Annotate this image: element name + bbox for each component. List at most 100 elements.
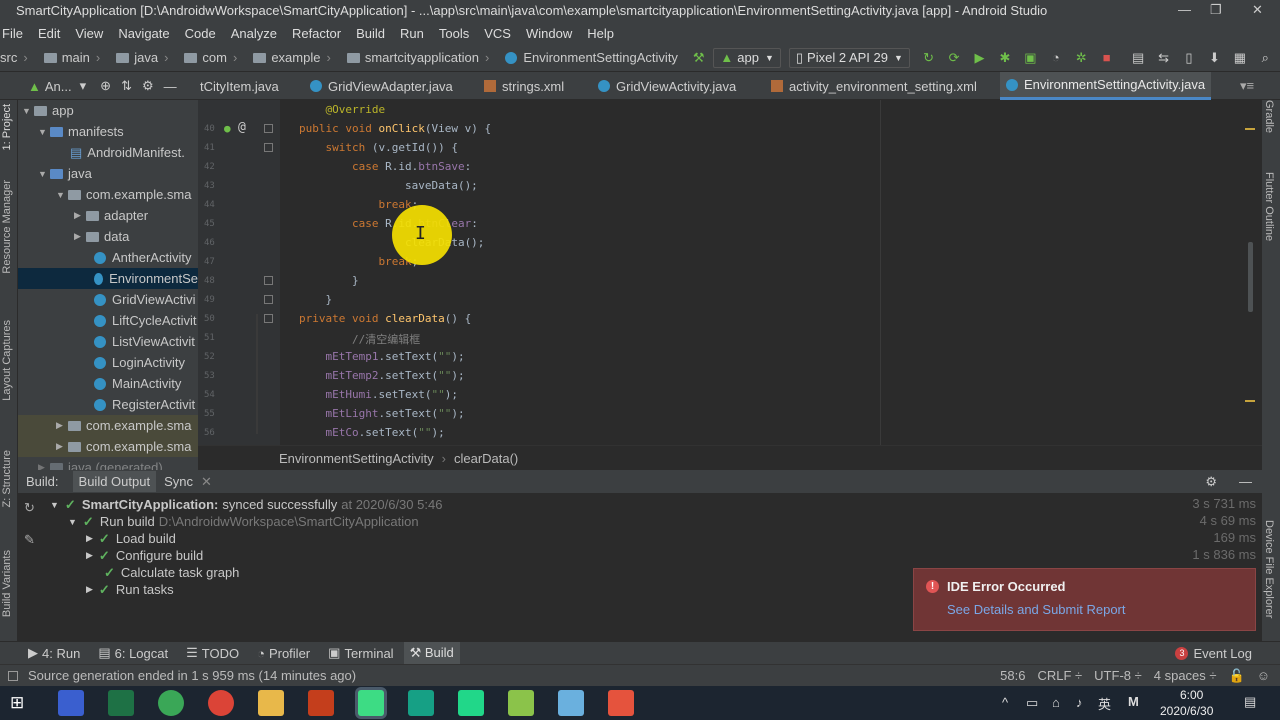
- menu-run[interactable]: Run: [400, 26, 424, 41]
- rerun-icon[interactable]: ↻: [24, 500, 35, 516]
- search-icon[interactable]: ⌕: [1255, 48, 1276, 68]
- build-row[interactable]: ▶ ✓ Load build: [86, 530, 176, 547]
- tree-item-package-main[interactable]: ▼ com.example.sma: [18, 184, 198, 205]
- ide-error-notification[interactable]: ! IDE Error Occurred See Details and Sub…: [913, 568, 1256, 631]
- layout-inspector-icon[interactable]: ▦: [1229, 48, 1250, 68]
- run-config-select[interactable]: ▲ app ▼: [713, 47, 781, 68]
- tree-item-package-androidtest[interactable]: ▶ com.example.sma: [18, 415, 198, 436]
- breadcrumb-main[interactable]: main ›: [43, 50, 107, 65]
- build-row[interactable]: ▼ ✓ SmartCityApplication: synced successful…: [50, 496, 442, 513]
- tool-structure[interactable]: Z: Structure: [1, 450, 13, 507]
- tool-project[interactable]: 1: Project: [1, 104, 13, 150]
- clock-time[interactable]: 6:00: [1180, 688, 1203, 702]
- menu-vcs[interactable]: VCS: [484, 26, 511, 41]
- windows-start-icon[interactable]: ⊞: [10, 693, 24, 713]
- file-explorer-icon[interactable]: [258, 690, 284, 716]
- ime-mode-icon[interactable]: M: [1128, 694, 1139, 709]
- network-icon[interactable]: ⌂: [1052, 695, 1060, 710]
- chrome-icon[interactable]: [208, 690, 234, 716]
- tab-cityitem[interactable]: tCityItem.java: [194, 72, 285, 100]
- override-marker-icon[interactable]: ●: [224, 122, 231, 135]
- caret-position[interactable]: 58:6: [1000, 668, 1025, 683]
- android-studio-icon[interactable]: [358, 690, 384, 716]
- app-icon-blue[interactable]: [558, 690, 584, 716]
- panel-toggle-icon[interactable]: [8, 670, 18, 681]
- submit-report-link[interactable]: See Details and Submit Report: [947, 602, 1125, 617]
- tree-item-listviewactivity[interactable]: ListViewActivit: [18, 331, 198, 352]
- lock-icon[interactable]: 🔓: [1229, 668, 1245, 684]
- target-icon[interactable]: ⊕: [100, 78, 111, 94]
- code-editor[interactable]: @Override public void onClick(View v) { …: [280, 100, 1255, 445]
- minimize-icon[interactable]: —: [1178, 2, 1191, 17]
- breadcrumb-class[interactable]: EnvironmentSettingActivity: [505, 50, 678, 65]
- breadcrumb-example[interactable]: example ›: [253, 50, 336, 65]
- tool-flutter-outline[interactable]: Flutter Outline: [1263, 172, 1275, 241]
- tool-resource-manager[interactable]: Resource Manager: [1, 180, 13, 274]
- device-select[interactable]: ▯ Pixel 2 API 29 ▼: [788, 47, 910, 68]
- menu-navigate[interactable]: Navigate: [118, 26, 169, 41]
- tool-profiler[interactable]: Profiler: [269, 646, 310, 661]
- tree-item-gridviewactivity[interactable]: GridViewActivi: [18, 289, 198, 310]
- menu-analyze[interactable]: Analyze: [231, 26, 277, 41]
- close-icon[interactable]: ✕: [201, 474, 212, 490]
- menu-help[interactable]: Help: [587, 26, 614, 41]
- gear-icon[interactable]: ⚙: [1205, 474, 1217, 490]
- tool-terminal[interactable]: Terminal: [344, 646, 393, 661]
- pin-icon[interactable]: ✎: [24, 532, 35, 548]
- menu-code[interactable]: Code: [185, 26, 216, 41]
- build-row[interactable]: ▶ ✓ Configure build: [86, 547, 203, 564]
- chevron-down-icon[interactable]: ▾: [80, 78, 87, 94]
- volume-icon[interactable]: ♪: [1076, 695, 1083, 710]
- menu-refactor[interactable]: Refactor: [292, 26, 341, 41]
- sync-gradle-icon[interactable]: ⇆: [1153, 48, 1174, 68]
- build-row[interactable]: ▼ ✓ Run build D:\AndroidwWorkspace\SmartCit…: [68, 513, 419, 530]
- indent-setting[interactable]: 4 spaces ÷: [1154, 668, 1217, 683]
- fold-icon[interactable]: [264, 143, 273, 152]
- breadcrumb-src[interactable]: src ›: [0, 50, 34, 65]
- app-icon-maker[interactable]: [58, 690, 84, 716]
- project-view-select[interactable]: An...: [45, 79, 72, 94]
- tree-item-liftcycleactivity[interactable]: LiftCycleActivit: [18, 310, 198, 331]
- apply-code-changes-icon[interactable]: ⟳: [943, 48, 964, 68]
- project-structure-icon[interactable]: ▤: [1127, 48, 1148, 68]
- breadcrumb-java[interactable]: java ›: [116, 50, 174, 65]
- hammer-icon[interactable]: ⚒: [688, 48, 709, 68]
- stop-icon[interactable]: ■: [1096, 48, 1117, 68]
- menu-build[interactable]: Build: [356, 26, 385, 41]
- tool-build[interactable]: ⚒ Build: [403, 642, 460, 664]
- tab-gridviewactivity[interactable]: GridViewActivity.java: [592, 72, 742, 100]
- tree-item-package-test[interactable]: ▶ com.example.sma: [18, 436, 198, 457]
- app-icon-teal[interactable]: [408, 690, 434, 716]
- line-separator[interactable]: CRLF ÷: [1037, 668, 1082, 683]
- tool-build-variants[interactable]: Build Variants: [1, 550, 13, 617]
- tab-sync[interactable]: Sync: [164, 474, 193, 489]
- tool-todo[interactable]: TODO: [202, 646, 239, 661]
- tree-item-adapter[interactable]: ▶ adapter: [18, 205, 198, 226]
- browser-icon[interactable]: [158, 690, 184, 716]
- tree-item-loginactivity[interactable]: LoginActivity: [18, 352, 198, 373]
- tray-chevron-icon[interactable]: ^: [1002, 695, 1008, 710]
- fold-icon[interactable]: [264, 314, 273, 323]
- apply-changes-icon[interactable]: ↻: [918, 48, 939, 68]
- tab-gridviewadapter[interactable]: GridViewAdapter.java: [304, 72, 459, 100]
- tree-item-app[interactable]: ▼ app: [18, 100, 198, 121]
- tree-item-manifests[interactable]: ▼ manifests: [18, 121, 198, 142]
- app-icon-red[interactable]: [608, 690, 634, 716]
- tree-item-java-generated[interactable]: ▶ java (generated): [18, 457, 198, 470]
- notification-center-icon[interactable]: ▤: [1244, 694, 1256, 710]
- ime-indicator[interactable]: 英: [1098, 694, 1111, 713]
- tool-event-log[interactable]: Event Log: [1193, 646, 1252, 661]
- tab-activity-environment-setting-xml[interactable]: activity_environment_setting.xml: [765, 72, 983, 100]
- chart-app-icon[interactable]: [508, 690, 534, 716]
- menu-file[interactable]: File: [2, 26, 23, 41]
- fold-icon[interactable]: [264, 124, 273, 133]
- build-row[interactable]: ✓ Calculate task graph: [104, 564, 239, 581]
- gear-icon[interactable]: ⚙: [142, 78, 154, 94]
- tab-build-output[interactable]: Build Output: [72, 471, 157, 492]
- avd-manager-icon[interactable]: ▯: [1178, 48, 1199, 68]
- file-encoding[interactable]: UTF-8 ÷: [1094, 668, 1142, 683]
- close-icon[interactable]: ✕: [1252, 2, 1263, 18]
- excel-icon[interactable]: [108, 690, 134, 716]
- menu-edit[interactable]: Edit: [38, 26, 60, 41]
- menu-view[interactable]: View: [75, 26, 103, 41]
